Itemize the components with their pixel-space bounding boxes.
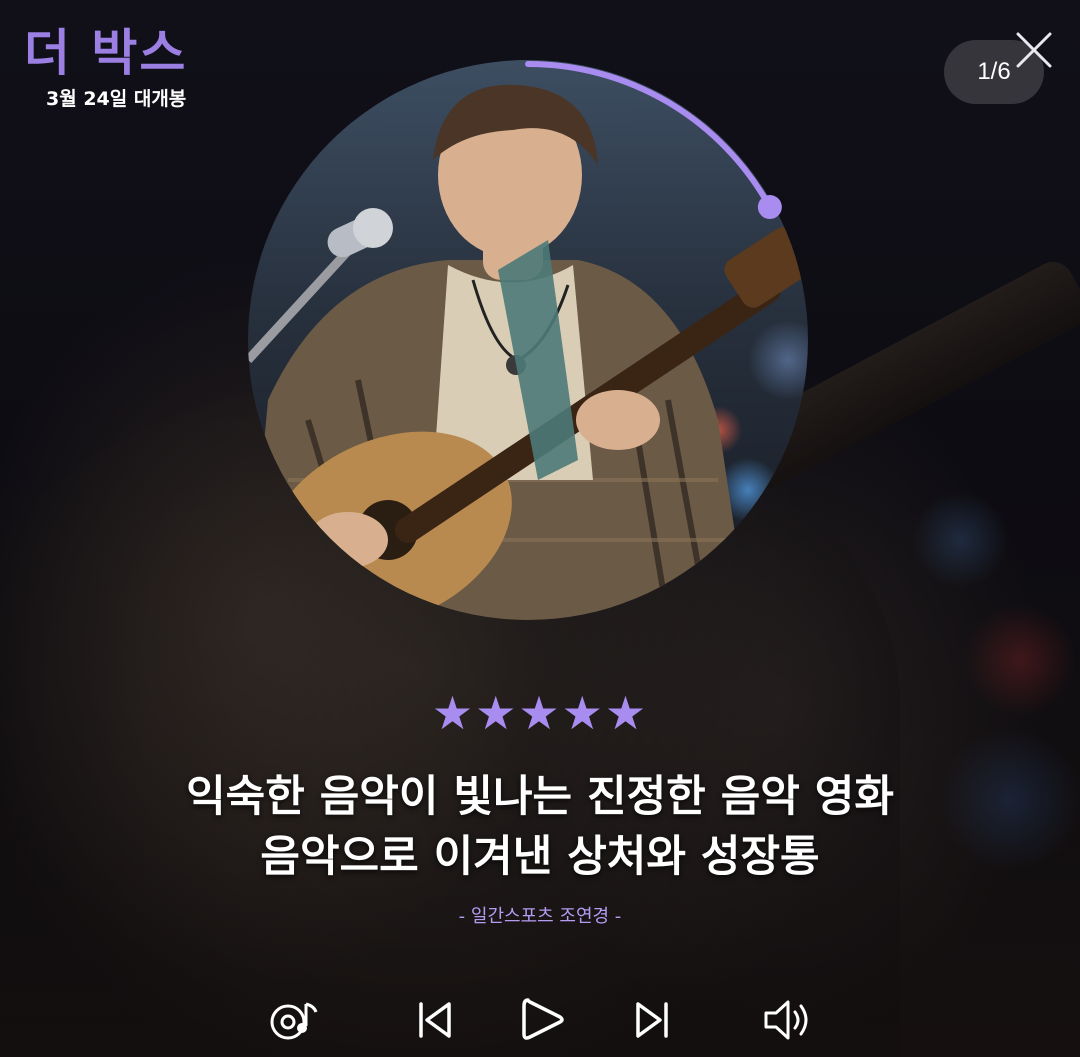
player-controls	[0, 990, 1080, 1050]
progress-arc	[249, 61, 807, 619]
slide-counter-text: 1/6	[977, 58, 1011, 85]
star-rating: ★★★★★	[431, 686, 649, 740]
movie-title: 더 박스	[24, 24, 188, 82]
review-source: - 일간스포츠 조연경 -	[458, 906, 622, 927]
progress-knob[interactable]	[757, 195, 782, 220]
play-icon[interactable]	[512, 990, 572, 1050]
music-disc-icon[interactable]	[262, 990, 322, 1050]
close-icon[interactable]	[1012, 28, 1056, 72]
movie-logo: 더 박스 3월 24일 대개봉	[24, 26, 187, 111]
volume-icon[interactable]	[758, 990, 818, 1050]
progress-ring[interactable]	[248, 60, 808, 640]
review-quote-line-1: 익숙한 음악이 빛나는 진정한 음악 영화	[186, 772, 894, 822]
next-track-icon[interactable]	[622, 990, 682, 1050]
review-quote-line-2: 음악으로 이겨낸 상처와 성장통	[260, 832, 820, 882]
previous-track-icon[interactable]	[405, 990, 465, 1050]
release-date: 3월 24일 대개봉	[46, 88, 187, 110]
album-art	[248, 60, 808, 640]
